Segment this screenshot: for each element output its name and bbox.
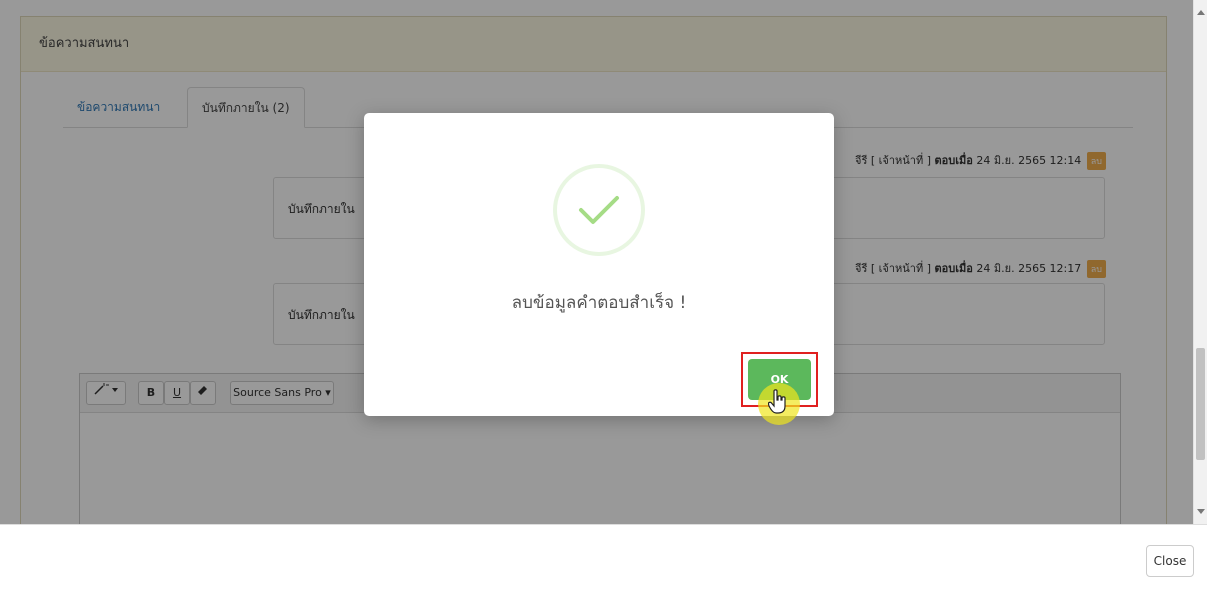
success-check-icon xyxy=(553,164,645,256)
modal-footer: Close xyxy=(0,524,1207,589)
close-button[interactable]: Close xyxy=(1146,545,1194,577)
mouse-cursor xyxy=(758,383,800,425)
scroll-down-icon[interactable] xyxy=(1197,509,1205,514)
dialog-message: ลบข้อมูลคำตอบสำเร็จ ! xyxy=(511,293,687,313)
success-dialog: ลบข้อมูลคำตอบสำเร็จ ! OK xyxy=(364,113,834,425)
scroll-thumb[interactable] xyxy=(1196,348,1205,460)
scroll-up-icon[interactable] xyxy=(1197,10,1205,15)
modal-backdrop[interactable]: ลบข้อมูลคำตอบสำเร็จ ! OK xyxy=(0,0,1193,524)
vertical-scrollbar[interactable] xyxy=(1193,0,1207,524)
checkmark-icon xyxy=(579,196,619,224)
hand-pointer-icon xyxy=(768,389,786,414)
modal-body-viewport: ข้อความสนทนา ข้อความสนทนา บันทึกภายใน (2… xyxy=(0,0,1193,524)
